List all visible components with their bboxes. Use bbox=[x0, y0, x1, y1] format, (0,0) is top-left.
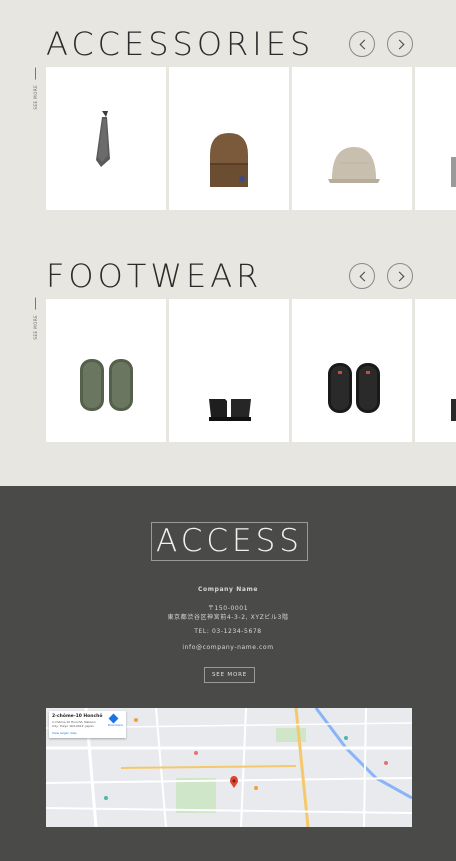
product-card-slippers-black[interactable] bbox=[292, 299, 412, 442]
footwear-next-button[interactable] bbox=[387, 263, 413, 289]
cap-image bbox=[328, 147, 380, 183]
product-card-cap[interactable] bbox=[292, 67, 412, 210]
view-larger-map-link[interactable]: View larger map bbox=[52, 731, 77, 735]
see-more-text: SEE MORE bbox=[33, 314, 38, 340]
directions-icon[interactable] bbox=[108, 713, 119, 724]
boots-black-image bbox=[209, 399, 251, 421]
footwear-see-more-label[interactable]: SEE MORE bbox=[33, 298, 43, 340]
map-place-address: 2-chōme-10 Honchō, Nakano City, Tokyo 16… bbox=[52, 720, 96, 728]
partial-product-image bbox=[451, 157, 456, 187]
accessories-next-button[interactable] bbox=[387, 31, 413, 57]
slippers-black-image bbox=[328, 363, 380, 413]
access-title: ACCESS bbox=[151, 522, 308, 561]
product-card-beanie[interactable] bbox=[169, 67, 289, 210]
accessories-prev-button[interactable] bbox=[349, 31, 375, 57]
side-line bbox=[35, 68, 37, 80]
product-card-partial[interactable] bbox=[415, 299, 456, 442]
product-card-slippers-olive[interactable] bbox=[46, 299, 166, 442]
partial-product-image bbox=[451, 399, 456, 421]
accessories-title: ACCESSORIES bbox=[46, 25, 315, 63]
company-name: Company Name bbox=[198, 586, 258, 593]
address: 東京都渋谷区神宮前4-3-2, XYZビル3階 bbox=[167, 614, 289, 621]
map-info-card: 2-chōme-10 Honchō 2-chōme-10 Honchō, Nak… bbox=[49, 711, 126, 738]
see-more-text: SEE MORE bbox=[33, 84, 38, 110]
map-place-title: 2-chōme-10 Honchō bbox=[52, 714, 103, 719]
footwear-title: FOOTWEAR bbox=[46, 257, 263, 295]
see-more-button[interactable]: SEE MORE bbox=[204, 667, 255, 683]
telephone: TEL: 03-1234-5678 bbox=[194, 628, 262, 635]
postal-code: 〒150-0001 bbox=[207, 605, 249, 612]
beanie-image bbox=[210, 133, 248, 187]
side-line bbox=[35, 298, 37, 310]
slippers-olive-image bbox=[80, 359, 133, 411]
product-card-boots-black[interactable] bbox=[169, 299, 289, 442]
embedded-map[interactable]: 2-chōme-10 Honchō 2-chōme-10 Honchō, Nak… bbox=[46, 708, 412, 827]
email-link[interactable]: info@company-name.com bbox=[0, 644, 456, 651]
directions-link[interactable]: Directions bbox=[108, 723, 123, 727]
product-card-tie[interactable] bbox=[46, 67, 166, 210]
product-showcase: ACCESSORIES SEE MORE FOOTWEAR SEE MORE bbox=[0, 0, 456, 486]
tie-image bbox=[96, 111, 110, 167]
footwear-prev-button[interactable] bbox=[349, 263, 375, 289]
access-section: ACCESS Company Name 〒150-0001 東京都渋谷区神宮前4… bbox=[0, 486, 456, 861]
product-card-partial[interactable] bbox=[415, 67, 456, 210]
accessories-see-more-label[interactable]: SEE MORE bbox=[33, 68, 43, 110]
